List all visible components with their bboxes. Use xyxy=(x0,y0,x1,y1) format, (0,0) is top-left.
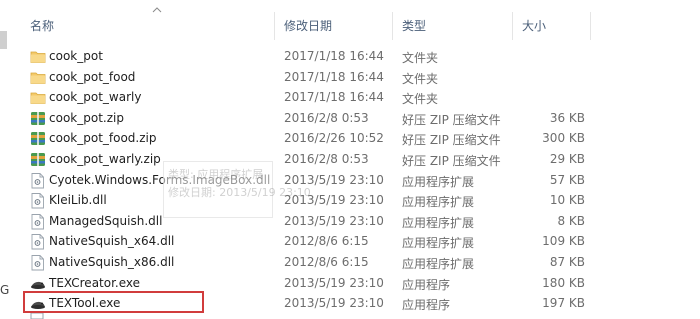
file-modified-date: 2017/1/18 16:44 xyxy=(284,90,384,105)
file-size: 10 KB xyxy=(549,193,585,208)
column-divider[interactable] xyxy=(274,12,275,40)
file-size: 197 KB xyxy=(542,296,585,311)
dll-file-icon xyxy=(30,213,46,230)
file-name: NativeSquish_x86.dll xyxy=(49,255,175,269)
file-type: 应用程序扩展 xyxy=(402,257,475,271)
file-type: 应用程序 xyxy=(402,298,451,313)
file-name: ManagedSquish.dll xyxy=(49,213,163,228)
file-size: 300 KB xyxy=(542,131,585,146)
file-row[interactable]: NativeSquish_x64.dll 2012/8/6 6:15 应用程序扩展 1… xyxy=(12,231,700,252)
file-type: 好压 ZIP 压缩文件 xyxy=(402,133,501,148)
file-size: 36 KB xyxy=(549,110,585,125)
column-divider[interactable] xyxy=(392,12,393,40)
file-type: 文件夹 xyxy=(402,71,439,86)
file-modified-date: 2017/1/18 16:44 xyxy=(284,69,384,84)
file-name: cook_pot_food.zip xyxy=(49,131,157,146)
column-header-name[interactable]: 名称 xyxy=(30,17,54,34)
file-modified-date: 2013/5/19 23:10 xyxy=(284,275,384,290)
file-size: 29 KB xyxy=(549,152,585,166)
file-name: cook_pot_warly xyxy=(49,90,142,105)
file-name: KleiLib.dll xyxy=(49,193,107,208)
file-size: 109 KB xyxy=(542,234,585,249)
file-row[interactable]: cook_pot 2017/1/18 16:44 文件夹 xyxy=(12,46,700,67)
next-file-row-partial[interactable] xyxy=(12,313,700,319)
nav-pane-partial-label: G xyxy=(0,283,10,297)
file-row[interactable]: Cyotek.Windows.Forms.ImageBox.dll 2013/5/… xyxy=(12,170,700,191)
selected-file-highlight xyxy=(23,291,204,313)
tooltip-type-line: 类型: 应用程序扩展 xyxy=(168,168,264,181)
file-modified-date: 2016/2/8 0:53 xyxy=(284,152,369,166)
file-size: 8 KB xyxy=(557,213,585,228)
exe-app-icon xyxy=(30,275,46,292)
file-modified-date: 2017/1/18 16:44 xyxy=(284,49,384,63)
column-divider[interactable] xyxy=(590,12,591,40)
column-header-type[interactable]: 类型 xyxy=(402,17,426,34)
file-modified-date: 2013/5/19 23:10 xyxy=(284,213,384,228)
zip-archive-icon xyxy=(30,130,46,147)
file-row[interactable]: cook_pot_food 2017/1/18 16:44 文件夹 xyxy=(12,67,700,88)
file-type: 应用程序 xyxy=(402,277,451,292)
file-size: 57 KB xyxy=(549,172,585,187)
file-name: cook_pot_food xyxy=(49,69,136,84)
dll-file-icon xyxy=(30,233,46,250)
zip-archive-icon xyxy=(30,151,46,168)
column-header-bar: 名称 修改日期 类型 大小 xyxy=(12,0,700,40)
nav-pane-scroll-nub[interactable] xyxy=(0,31,7,49)
file-modified-date: 2016/2/8 0:53 xyxy=(284,110,369,125)
navigation-pane-edge: G xyxy=(0,0,12,319)
zip-archive-icon xyxy=(30,110,46,127)
dll-file-icon xyxy=(30,254,46,271)
sort-ascending-icon[interactable] xyxy=(152,7,162,13)
file-size: 180 KB xyxy=(542,275,585,290)
dll-file-icon xyxy=(30,313,44,319)
file-type: 文件夹 xyxy=(402,92,439,107)
dll-file-icon xyxy=(30,192,46,209)
file-modified-date: 2012/8/6 6:15 xyxy=(284,255,369,269)
file-type: 文件夹 xyxy=(402,51,439,65)
file-modified-date: 2013/5/19 23:10 xyxy=(284,296,384,311)
file-row[interactable]: cook_pot_warly.zip 2016/2/8 0:53 好压 ZIP 压缩… xyxy=(12,149,700,170)
file-modified-date: 2016/2/26 10:52 xyxy=(284,131,384,146)
file-type: 应用程序扩展 xyxy=(402,195,475,210)
column-header-size[interactable]: 大小 xyxy=(522,17,546,34)
file-row[interactable]: ManagedSquish.dll 2013/5/19 23:10 应用程序扩展 8 … xyxy=(12,211,700,232)
file-size: 87 KB xyxy=(549,255,585,269)
file-info-tooltip: 类型: 应用程序扩展 修改日期: 2013/5/19 23:10 xyxy=(163,161,311,218)
file-row[interactable]: cook_pot_warly 2017/1/18 16:44 文件夹 xyxy=(12,87,700,108)
column-header-date[interactable]: 修改日期 xyxy=(284,17,332,34)
file-name: cook_pot xyxy=(49,49,103,63)
file-row[interactable]: cook_pot_food.zip 2016/2/26 10:52 好压 ZIP 压… xyxy=(12,128,700,149)
folder-icon xyxy=(30,48,46,65)
file-type: 应用程序扩展 xyxy=(402,174,475,189)
file-modified-date: 2012/8/6 6:15 xyxy=(284,234,369,249)
file-name: cook_pot.zip xyxy=(49,110,124,125)
folder-icon xyxy=(30,89,46,106)
file-name: NativeSquish_x64.dll xyxy=(49,234,175,249)
file-row[interactable]: NativeSquish_x86.dll 2012/8/6 6:15 应用程序扩展 8… xyxy=(12,252,700,273)
file-name: cook_pot_warly.zip xyxy=(49,152,161,166)
file-name: TEXCreator.exe xyxy=(49,275,141,290)
column-divider[interactable] xyxy=(512,12,513,40)
file-type: 好压 ZIP 压缩文件 xyxy=(402,154,501,168)
file-row[interactable]: cook_pot.zip 2016/2/8 0:53 好压 ZIP 压缩文件 36 K… xyxy=(12,108,700,129)
dll-file-icon xyxy=(30,172,46,189)
file-type: 应用程序扩展 xyxy=(402,236,475,251)
tooltip-date-line: 修改日期: 2013/5/19 23:10 xyxy=(168,186,311,199)
file-type: 应用程序扩展 xyxy=(402,215,475,230)
file-row[interactable]: KleiLib.dll 2013/5/19 23:10 应用程序扩展 10 KB xyxy=(12,190,700,211)
file-type: 好压 ZIP 压缩文件 xyxy=(402,112,501,127)
folder-icon xyxy=(30,69,46,86)
